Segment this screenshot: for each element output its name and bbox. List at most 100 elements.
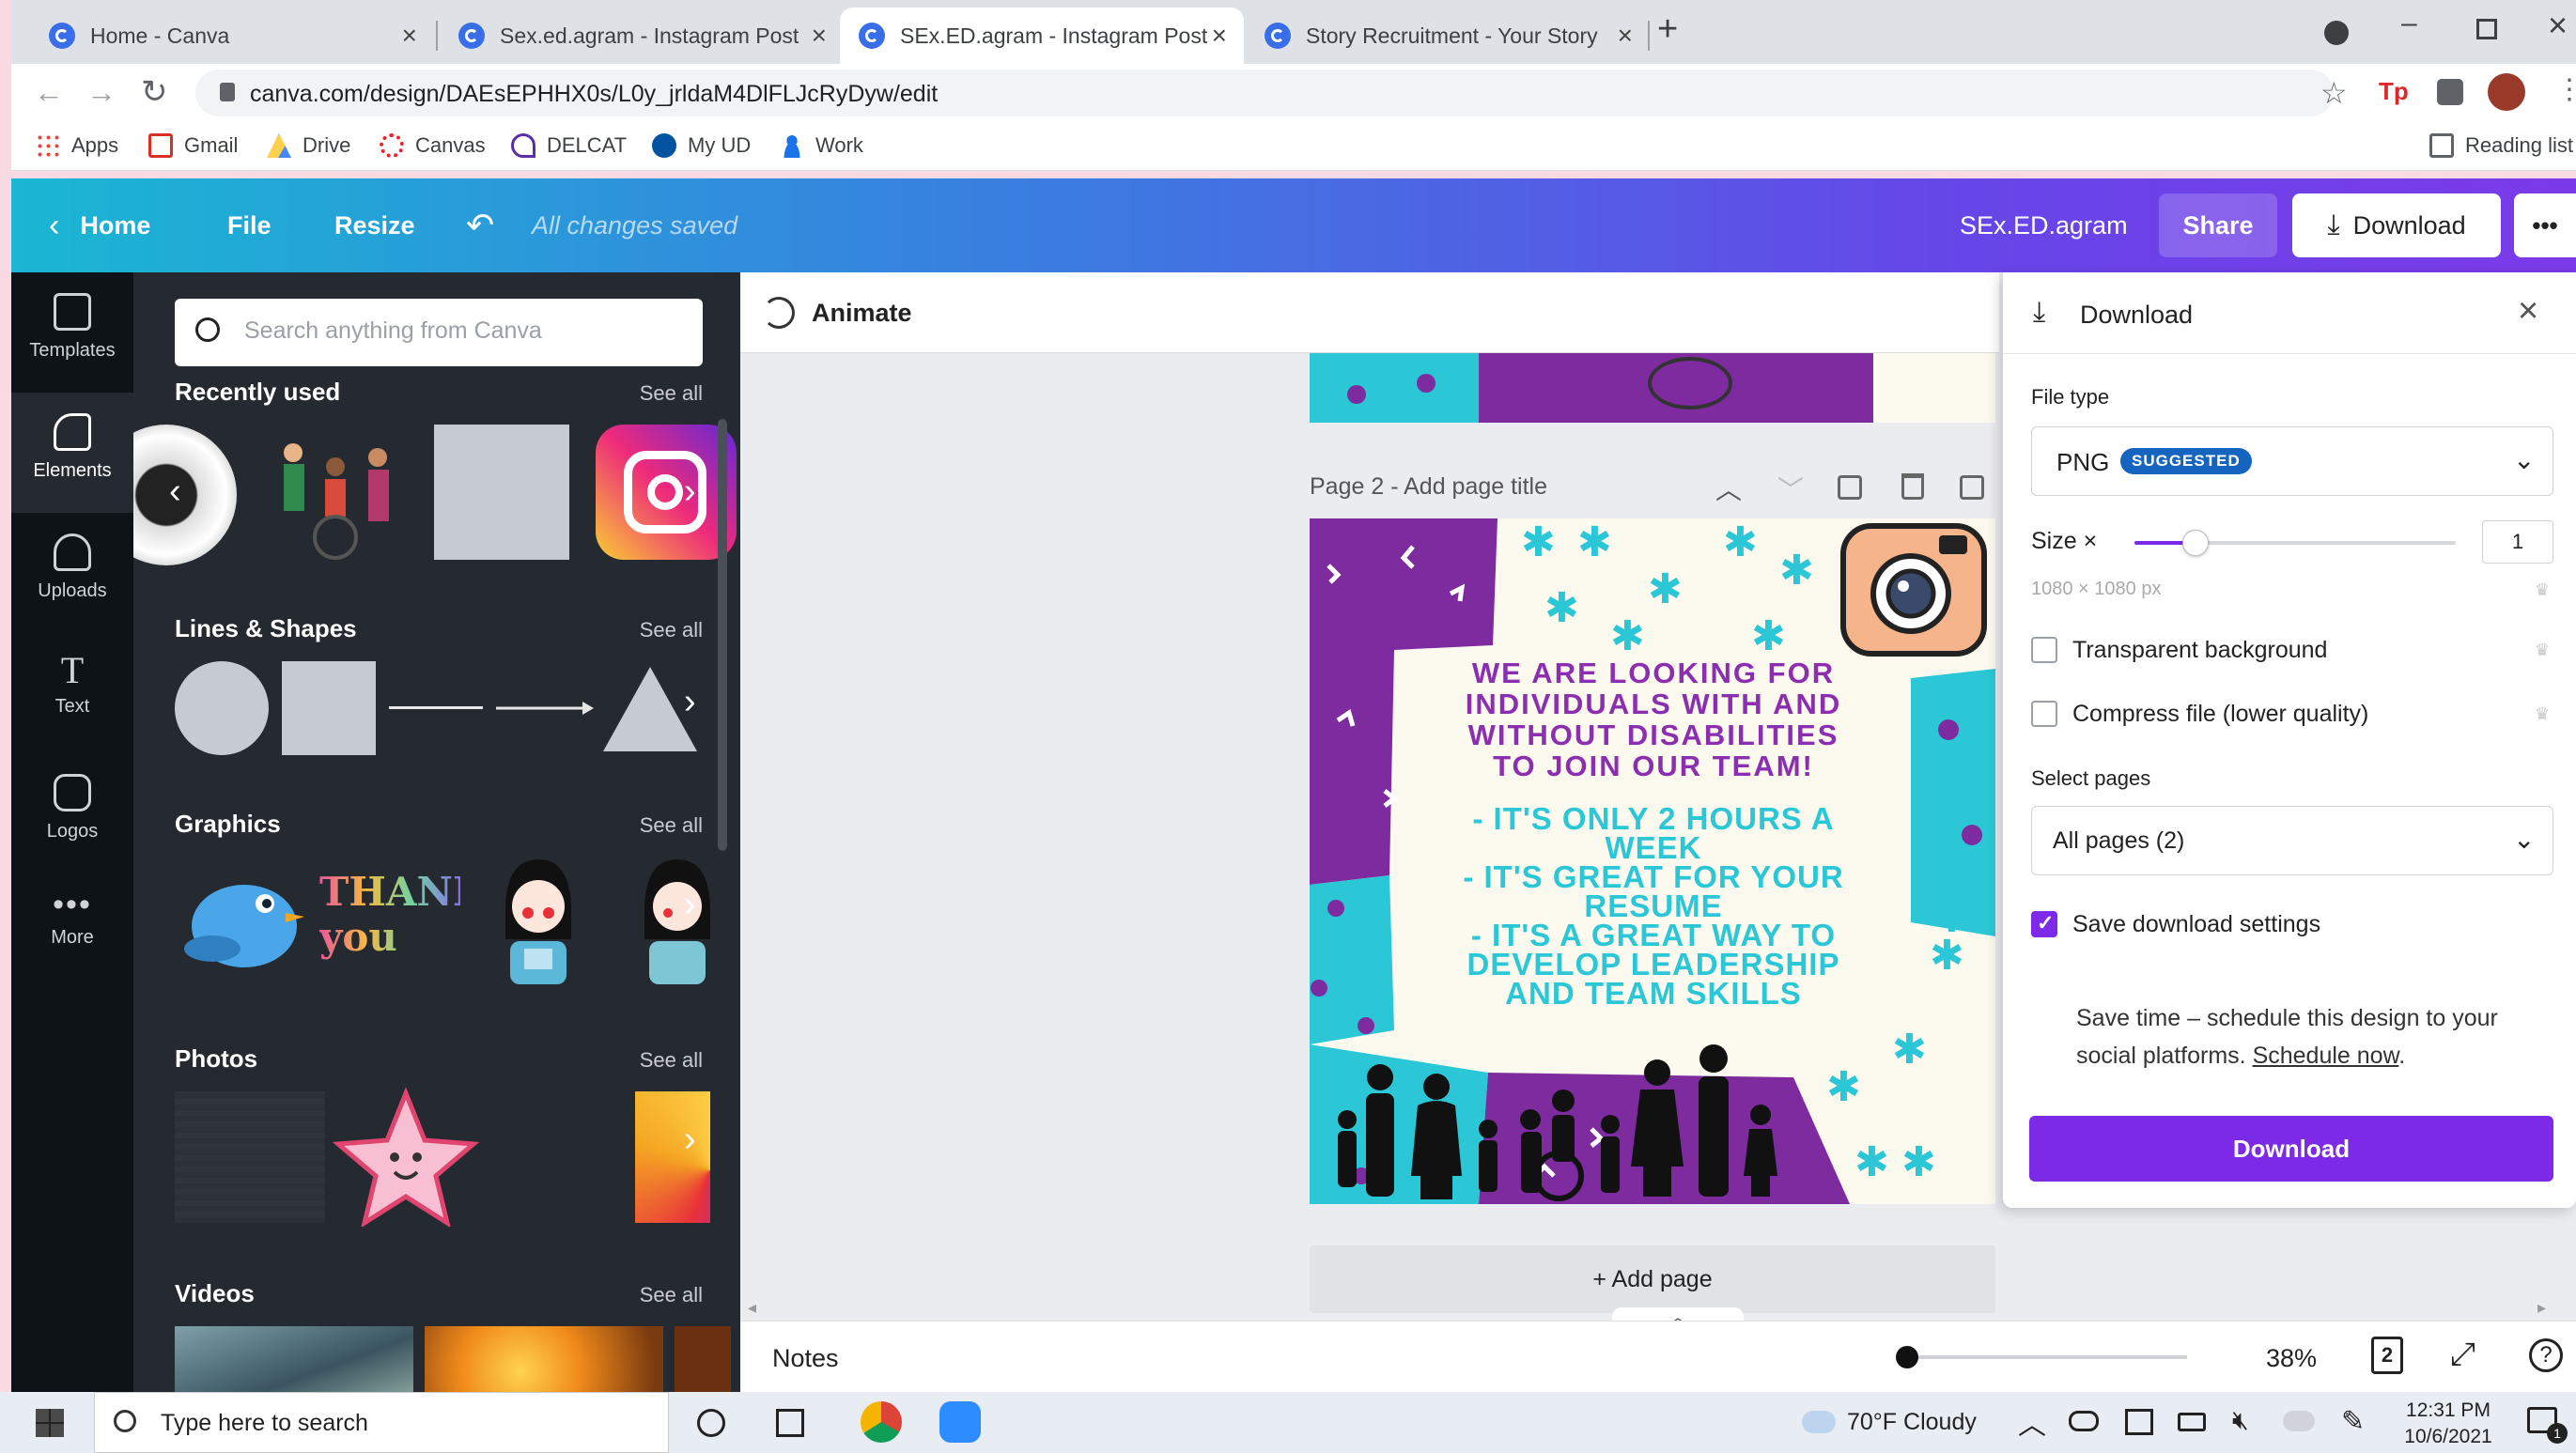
reading-list-button[interactable]: Reading list (2429, 133, 2573, 158)
video-thumbnail-partial[interactable] (675, 1326, 731, 1392)
see-all-photos[interactable]: See all (640, 1048, 703, 1073)
task-view-icon[interactable] (776, 1409, 804, 1437)
move-page-down-icon[interactable]: ﹀ (1777, 470, 1804, 507)
design-text-block[interactable]: WE ARE LOOKING FOR INDIVIDUALS WITH AND … (1390, 657, 1916, 1071)
home-button[interactable]: ‹ Home (49, 178, 150, 272)
close-tab-icon[interactable]: × (402, 21, 417, 51)
zoom-taskbar-icon[interactable] (939, 1401, 981, 1443)
photo-pink-star[interactable] (331, 1086, 481, 1227)
taskbar-search-box[interactable]: Type here to search (94, 1392, 669, 1453)
extensions-puzzle-icon[interactable] (2437, 79, 2463, 105)
minimize-window-icon[interactable]: – (2401, 8, 2417, 39)
close-tab-icon[interactable]: × (1618, 21, 1633, 51)
bookmark-gmail[interactable]: Gmail (148, 133, 238, 158)
close-panel-icon[interactable]: × (2518, 291, 2538, 332)
browser-tab-story-recruitment[interactable]: Story Recruitment - Your Story × (1246, 8, 1650, 64)
restore-window-icon[interactable] (2476, 19, 2497, 39)
url-field[interactable]: canva.com/design/DAEsEPHHX0s/L0y_jrldaM4… (195, 70, 2348, 116)
compress-file-checkbox[interactable] (2031, 701, 2057, 727)
recent-element-camera-ring[interactable] (133, 425, 237, 565)
file-type-dropdown[interactable]: PNG SUGGESTED ⌄ (2031, 426, 2553, 496)
browser-tab-sexedagram[interactable]: Sex.ed.agram - Instagram Post × (440, 8, 844, 64)
extension-tp-icon[interactable]: Tp (2379, 77, 2409, 106)
page-count-button[interactable]: 2 (2371, 1337, 2403, 1374)
graphic-blue-bird[interactable] (175, 862, 306, 975)
onedrive-icon[interactable] (2069, 1411, 2099, 1431)
download-submit-button[interactable]: Download (2029, 1116, 2553, 1182)
scroll-right-icon[interactable]: › (684, 471, 696, 512)
graphic-thank-you-lettering[interactable]: THANK you (319, 870, 487, 973)
rail-text[interactable]: T Text (11, 633, 133, 753)
notification-center-icon[interactable]: 1 (2527, 1407, 2568, 1444)
shape-circle[interactable] (175, 661, 269, 755)
help-button[interactable]: ? (2529, 1338, 2563, 1372)
zoom-slider-thumb[interactable] (1896, 1346, 1918, 1368)
undo-icon[interactable]: ↶ (466, 178, 494, 272)
share-button[interactable]: Share (2159, 193, 2277, 257)
tab-search-icon[interactable] (2324, 21, 2349, 45)
rail-uploads[interactable]: Uploads (11, 513, 133, 633)
page-1-preview-strip[interactable] (1310, 353, 1995, 423)
graphic-girl-illustration[interactable] (487, 855, 590, 986)
browser-menu-icon[interactable]: ⋮ (2555, 73, 2576, 106)
page-header[interactable]: Page 2 - Add page title (1310, 473, 1547, 501)
rail-logos[interactable]: Logos (11, 753, 133, 873)
graphic-girl-illustration-partial[interactable] (635, 855, 720, 986)
close-window-icon[interactable]: × (2548, 6, 2568, 45)
animate-button[interactable]: Animate (812, 299, 912, 328)
horizontal-scrollbar[interactable]: ◂ ▸ (748, 1298, 2546, 1317)
size-slider-thumb[interactable] (2181, 530, 2209, 556)
fullscreen-icon[interactable]: ⤢ (2450, 1337, 2475, 1373)
rail-templates[interactable]: Templates (11, 272, 133, 393)
bookmark-delcat[interactable]: DELCAT (511, 133, 627, 158)
recent-element-people-group[interactable] (265, 425, 406, 565)
shape-triangle[interactable] (603, 667, 697, 751)
zoom-slider-track[interactable] (1896, 1346, 2187, 1368)
forward-arrow-icon[interactable]: → (86, 75, 116, 110)
panel-scrollbar[interactable] (718, 419, 727, 851)
resize-button[interactable]: Resize (334, 178, 415, 272)
delete-page-icon[interactable] (1901, 473, 1924, 500)
schedule-now-link[interactable]: Schedule now (2253, 1043, 2399, 1069)
photo-colorful[interactable] (635, 1091, 710, 1223)
photo-dark-texture[interactable] (175, 1091, 325, 1223)
video-thumbnail-fire[interactable] (425, 1326, 663, 1392)
taskbar-clock[interactable]: 12:31 PM 10/6/2021 (2392, 1398, 2505, 1450)
scroll-right-icon[interactable]: › (684, 885, 696, 925)
scroll-right-icon[interactable]: › (684, 682, 696, 722)
bookmark-star-icon[interactable]: ☆ (2320, 75, 2348, 111)
show-hidden-icons-icon[interactable]: ︿ (2018, 1401, 2046, 1443)
rail-more[interactable]: ••• More (11, 873, 133, 994)
bookmark-work[interactable]: Work (780, 133, 863, 158)
video-thumbnail-water[interactable] (175, 1326, 413, 1392)
see-all-recently-used[interactable]: See all (640, 381, 703, 406)
rail-elements[interactable]: Elements (11, 393, 133, 513)
bookmark-apps[interactable]: Apps (36, 133, 118, 158)
select-pages-dropdown[interactable]: All pages (2) ⌄ (2031, 806, 2553, 875)
meet-now-icon[interactable] (2125, 1409, 2153, 1435)
scroll-right-icon[interactable]: › (684, 1120, 696, 1160)
browser-tab-active-sexedagram[interactable]: SEx.ED.agram - Instagram Post × (840, 8, 1244, 64)
page-title-input[interactable]: Add page title (1404, 473, 1547, 500)
windows-start-icon[interactable] (36, 1409, 64, 1437)
reload-icon[interactable]: ↻ (141, 73, 168, 111)
cortana-icon[interactable] (697, 1409, 725, 1437)
header-download-button[interactable]: ⤓ Download (2292, 193, 2501, 257)
pen-workspace-icon[interactable]: ✎ (2341, 1405, 2365, 1438)
see-all-graphics[interactable]: See all (640, 813, 703, 838)
profile-avatar[interactable] (2488, 73, 2525, 111)
weather-text[interactable]: 70°F Cloudy (1847, 1409, 1977, 1436)
transparent-background-checkbox[interactable] (2031, 637, 2057, 663)
save-settings-checkbox[interactable]: ✓ (2031, 911, 2057, 937)
browser-tab-home-canva[interactable]: Home - Canva × (30, 8, 434, 64)
shape-line[interactable] (389, 706, 483, 709)
zoom-level[interactable]: 38% (2266, 1344, 2317, 1373)
move-page-up-icon[interactable]: ︿ (1715, 470, 1742, 507)
bookmark-canvas[interactable]: Canvas (380, 133, 486, 158)
duplicate-page-icon[interactable] (1838, 475, 1862, 500)
see-all-lines-shapes[interactable]: See all (640, 618, 703, 642)
bookmark-my-ud[interactable]: My UD (652, 133, 751, 158)
design-page-2[interactable]: ✱ ✱ ✱ ✱ ✱ ✱ ✱ ✱ ✱ ✱ ✱ ✱ ✱ ✱ WE ARE LOOKING FOR IN… (1310, 518, 1995, 1204)
elements-search-box[interactable]: Search anything from Canva (175, 299, 703, 366)
close-tab-icon[interactable]: × (1212, 21, 1227, 51)
